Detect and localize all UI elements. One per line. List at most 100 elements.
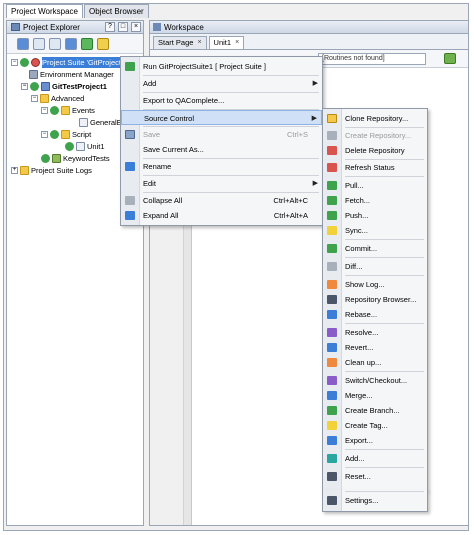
revert-icon — [327, 343, 337, 352]
source-control-submenu-tail: Settings... — [322, 490, 428, 512]
tag-icon — [327, 421, 337, 430]
menu-item-settings[interactable]: Settings... — [323, 493, 427, 508]
status-ok-icon — [20, 58, 29, 67]
tree-item-project[interactable]: − GitTestProject1 — [21, 81, 107, 92]
routine-dropdown[interactable]: [Routines not found] — [318, 53, 426, 65]
tree-item-environment-manager[interactable]: Environment Manager — [29, 69, 114, 80]
menu-item-sync[interactable]: Sync... — [323, 223, 427, 238]
open-icon[interactable] — [49, 37, 61, 50]
menu-item-edit[interactable]: Edit ▶ — [121, 176, 322, 191]
expand-toggle[interactable]: + — [11, 167, 18, 174]
menu-item-source-control[interactable]: Source Control ▶ — [121, 110, 322, 125]
run-icon[interactable] — [81, 37, 93, 50]
help-button[interactable]: ? — [105, 22, 115, 32]
save-icon — [125, 130, 135, 139]
environment-icon — [29, 70, 38, 79]
menu-item-export[interactable]: Export... — [323, 433, 427, 448]
save-icon[interactable] — [65, 37, 77, 50]
menu-item-create-branch[interactable]: Create Branch... — [323, 403, 427, 418]
tree-item-label: Script — [72, 130, 92, 139]
project-icon — [41, 82, 50, 91]
top-tab-bar: Project Workspace Object Browser — [6, 4, 150, 18]
menu-item-export-qacomplete[interactable]: Export to QAComplete... — [121, 93, 322, 108]
menu-item-expand-all[interactable]: Expand All Ctrl+Alt+A — [121, 208, 322, 223]
menu-item-revert[interactable]: Revert... — [323, 340, 427, 355]
tree-item-events[interactable]: − Events — [41, 105, 95, 116]
menu-item-show-log[interactable]: Show Log... — [323, 277, 427, 292]
menu-item-refresh-status[interactable]: Refresh Status — [323, 160, 427, 175]
menu-item-run[interactable]: Run GitProjectSuite1 [ Project Suite ] — [121, 59, 322, 74]
browser-icon — [327, 295, 337, 304]
menu-item-rebase[interactable]: Rebase... — [323, 307, 427, 322]
close-icon[interactable]: × — [235, 37, 239, 49]
menu-item-save-current-as[interactable]: Save Current As... — [121, 142, 322, 157]
folder-icon — [61, 130, 70, 139]
menu-item-save[interactable]: Save Ctrl+S — [121, 127, 322, 142]
menu-item-clone-repository[interactable]: Clone Repository... — [323, 111, 427, 126]
menu-item-add[interactable]: Add ▶ — [121, 76, 322, 91]
menu-item-create-repository[interactable]: Create Repository... — [323, 128, 427, 143]
menu-item-resolve[interactable]: Resolve... — [323, 325, 427, 340]
tree-item-unit1[interactable]: Unit1 — [65, 141, 105, 152]
submenu-arrow-icon: ▶ — [311, 115, 317, 122]
collapse-toggle[interactable]: − — [11, 59, 18, 66]
export-icon — [327, 436, 337, 445]
tab-unit1[interactable]: Unit1 × — [208, 36, 245, 49]
menu-item-pull[interactable]: Pull... — [323, 178, 427, 193]
tree-item-advanced[interactable]: − Advanced — [31, 93, 84, 104]
status-ok-icon — [30, 82, 39, 91]
tree-item-label: Environment Manager — [40, 70, 114, 79]
tree-item-project-suite-logs[interactable]: + Project Suite Logs — [11, 165, 92, 176]
clone-icon — [327, 114, 337, 123]
menu-item-add[interactable]: Add... — [323, 451, 427, 466]
menu-item-merge[interactable]: Merge... — [323, 388, 427, 403]
collapse-toggle[interactable]: − — [41, 131, 48, 138]
menu-item-diff[interactable]: Diff... — [323, 259, 427, 274]
workspace-tab-bar: Start Page × Unit1 × — [150, 34, 468, 50]
refresh-icon — [327, 163, 337, 172]
menu-item-fetch[interactable]: Fetch... — [323, 193, 427, 208]
status-ok-icon — [65, 142, 74, 151]
branch-icon — [327, 406, 337, 415]
menu-item-push[interactable]: Push... — [323, 208, 427, 223]
new-item-icon[interactable] — [33, 37, 45, 50]
tab-project-workspace[interactable]: Project Workspace — [6, 4, 83, 18]
tree-item-label: Unit1 — [87, 142, 105, 151]
refresh-icon[interactable] — [17, 37, 29, 50]
collapse-toggle[interactable]: − — [21, 83, 28, 90]
collapse-toggle[interactable]: − — [31, 95, 38, 102]
menu-item-create-tag[interactable]: Create Tag... — [323, 418, 427, 433]
reset-icon — [327, 472, 337, 481]
close-panel-button[interactable]: × — [131, 22, 141, 32]
menu-item-repository-browser[interactable]: Repository Browser... — [323, 292, 427, 307]
collapse-toggle[interactable]: − — [41, 107, 48, 114]
tree-item-label: Advanced — [51, 94, 85, 103]
rename-icon — [125, 162, 135, 171]
sync-icon — [327, 226, 337, 235]
menu-item-clean-up[interactable]: Clean up... — [323, 355, 427, 370]
workspace-header: Workspace — [150, 21, 468, 34]
close-icon[interactable]: × — [197, 37, 201, 49]
menu-item-reset[interactable]: Reset... — [323, 469, 427, 484]
menu-item-commit[interactable]: Commit... — [323, 241, 427, 256]
cleanup-icon — [327, 358, 337, 367]
tree-item-keyword-tests[interactable]: KeywordTests — [41, 153, 110, 164]
settings-icon — [327, 496, 337, 505]
menu-item-rename[interactable]: Rename — [121, 159, 322, 174]
tree-item-label: Project Suite Logs — [31, 166, 92, 175]
menu-item-delete-repository[interactable]: Delete Repository — [323, 143, 427, 158]
checkpoint-icon[interactable] — [444, 53, 456, 64]
tab-object-browser[interactable]: Object Browser — [84, 4, 149, 18]
switch-icon — [327, 376, 337, 385]
log-icon — [327, 280, 337, 289]
maximize-button[interactable]: □ — [118, 22, 128, 32]
status-ok-icon — [50, 106, 59, 115]
play-icon — [125, 62, 135, 71]
menu-item-switch-checkout[interactable]: Switch/Checkout... — [323, 373, 427, 388]
source-control-icon[interactable] — [97, 37, 109, 50]
menu-item-collapse-all[interactable]: Collapse All Ctrl+Alt+C — [121, 193, 322, 208]
rebase-icon — [327, 310, 337, 319]
tree-item-script[interactable]: − Script — [41, 129, 91, 140]
tab-start-page[interactable]: Start Page × — [153, 36, 207, 49]
delete-repo-icon — [327, 146, 337, 155]
